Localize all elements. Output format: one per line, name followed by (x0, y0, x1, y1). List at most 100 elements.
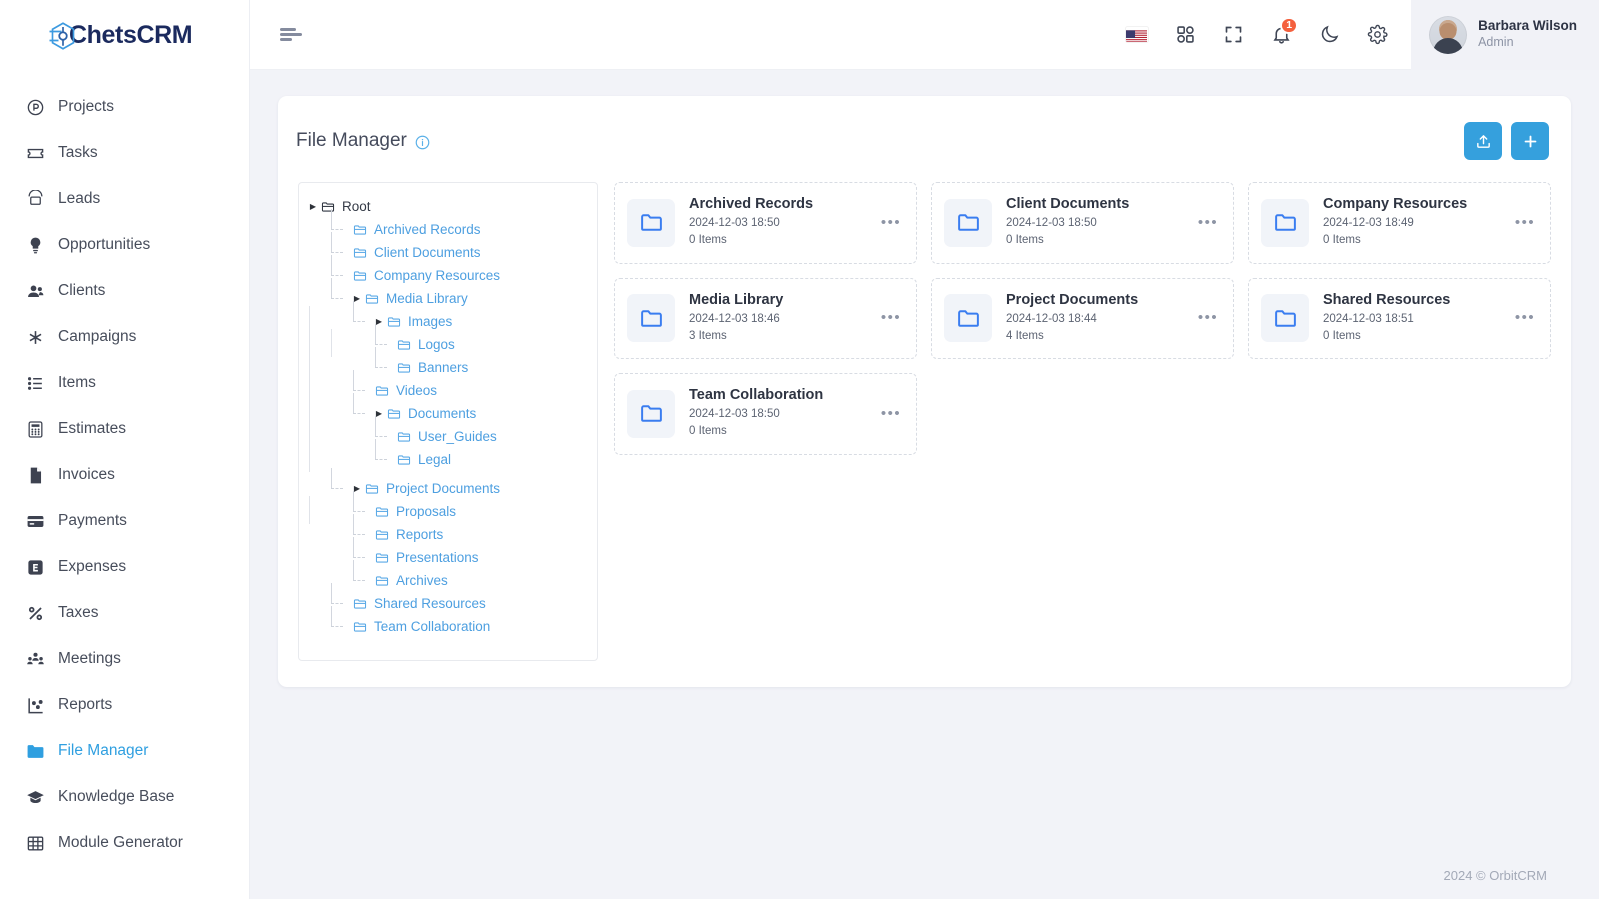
folder-card[interactable]: Team Collaboration 2024-12-03 18:50 0 It… (614, 373, 917, 455)
projects-circle-p-icon (24, 96, 46, 118)
tree-node-logos[interactable]: Logos (307, 324, 587, 357)
sidebar-item-campaigns[interactable]: Campaigns (0, 314, 249, 360)
folder-icon (353, 246, 368, 260)
tree-node-label[interactable]: Banners (418, 360, 468, 375)
tree-node-label[interactable]: Videos (396, 383, 437, 398)
chevron-right-icon[interactable]: ▶ (307, 202, 319, 211)
folder-grid-wrap: Archived Records 2024-12-03 18:50 0 Item… (614, 182, 1551, 455)
folder-options-menu-icon[interactable]: ••• (878, 210, 904, 236)
tree-node-label[interactable]: Archives (396, 573, 448, 588)
sidebar-item-expenses[interactable]: Expenses (0, 544, 249, 590)
dark-mode-moon-icon[interactable] (1305, 11, 1353, 59)
folder-icon (375, 528, 390, 542)
tree-node-label[interactable]: Team Collaboration (374, 619, 490, 634)
tree-node-shared-resources[interactable]: Shared Resources (307, 583, 587, 615)
tree-node-label[interactable]: Proposals (396, 504, 456, 519)
sidebar-item-projects[interactable]: Projects (0, 84, 249, 130)
tree-node-label[interactable]: Reports (396, 527, 443, 542)
folder-date: 2024-12-03 18:51 (1323, 312, 1414, 325)
tree-node-label[interactable]: Company Resources (374, 268, 500, 283)
topbar: 1 Barbara Wilson Admin (250, 0, 1599, 70)
sidebar-item-invoices[interactable]: Invoices (0, 452, 249, 498)
folder-info: Shared Resources 2024-12-03 18:51 0 Item… (1323, 292, 1498, 346)
tree-node-videos[interactable]: Videos (307, 370, 587, 403)
tree-node-project-documents[interactable]: ▶ Project Documents (307, 468, 587, 500)
sidebar-item-payments[interactable]: Payments (0, 498, 249, 544)
tree-node-documents[interactable]: ▶ Documents (307, 393, 587, 426)
add-folder-button[interactable] (1511, 122, 1549, 160)
folder-name: Media Library (689, 291, 784, 308)
folder-card[interactable]: Client Documents 2024-12-03 18:50 0 Item… (931, 182, 1234, 264)
tree-node-company-resources[interactable]: Company Resources (307, 255, 587, 287)
user-profile-menu[interactable]: Barbara Wilson Admin (1411, 0, 1599, 70)
tree-node-reports[interactable]: Reports (307, 514, 587, 546)
tree-node-presentations[interactable]: Presentations (307, 537, 587, 569)
folder-card[interactable]: Shared Resources 2024-12-03 18:51 0 Item… (1248, 277, 1551, 359)
tree-node-client-documents[interactable]: Client Documents (307, 232, 587, 264)
topbar-right: 1 Barbara Wilson Admin (1113, 0, 1599, 70)
sidebar-item-taxes[interactable]: Taxes (0, 590, 249, 636)
folder-thumb-icon (944, 198, 992, 247)
tree-node-media-library[interactable]: ▶ Media Library (307, 278, 587, 310)
tree-node-user-guides[interactable]: User_Guides (307, 416, 587, 449)
apps-grid-icon[interactable] (1161, 11, 1209, 59)
sidebar-toggle-icon[interactable] (276, 20, 306, 50)
notifications-bell-icon[interactable]: 1 (1257, 11, 1305, 59)
sidebar-item-tasks[interactable]: Tasks (0, 130, 249, 176)
folder-options-menu-icon[interactable]: ••• (878, 401, 904, 427)
tree-node-banners[interactable]: Banners (307, 347, 587, 380)
folder-thumb-icon (1261, 198, 1309, 247)
fullscreen-icon[interactable] (1209, 11, 1257, 59)
tree-node-archives[interactable]: Archives (307, 560, 587, 592)
folder-name: Archived Records (689, 196, 814, 212)
brand-name: ChetsCRM (69, 20, 193, 49)
folder-options-menu-icon[interactable]: ••• (1195, 210, 1221, 236)
folder-card[interactable]: Company Resources 2024-12-03 18:49 0 Ite… (1248, 182, 1551, 264)
tree-node-label[interactable]: User_Guides (418, 429, 497, 444)
tree-node-label[interactable]: Client Documents (374, 245, 481, 260)
folder-options-menu-icon[interactable]: ••• (878, 305, 904, 331)
tree-node-label[interactable]: Media Library (386, 291, 468, 306)
sidebar-item-estimates[interactable]: Estimates (0, 406, 249, 452)
tree-node-label[interactable]: Archived Records (374, 222, 481, 237)
sidebar-item-meetings[interactable]: Meetings (0, 636, 249, 682)
tree-node-label[interactable]: Documents (408, 406, 476, 421)
tree-node-root[interactable]: ▶ Root (307, 195, 587, 218)
tree-node-label[interactable]: Legal (418, 452, 451, 467)
sidebar-item-knowledge-base[interactable]: Knowledge Base (0, 774, 249, 820)
tree-node-images[interactable]: ▶ Images (307, 301, 587, 334)
language-flag-us-icon[interactable] (1113, 11, 1161, 59)
tree-node-proposals[interactable]: Proposals (307, 491, 587, 524)
sidebar-item-module-generator[interactable]: Module Generator (0, 820, 249, 866)
app-root: ChetsCRM Projects Tasks Leads Opportunit… (0, 0, 1599, 899)
folder-card[interactable]: Project Documents 2024-12-03 18:44 4 Ite… (931, 277, 1234, 359)
sidebar-item-items[interactable]: Items (0, 360, 249, 406)
brand-logo[interactable]: ChetsCRM (0, 0, 249, 70)
sidebar-item-opportunities[interactable]: Opportunities (0, 222, 249, 268)
folder-icon (353, 620, 368, 634)
sidebar-item-leads[interactable]: Leads (0, 176, 249, 222)
sidebar-item-reports[interactable]: Reports (0, 682, 249, 728)
folder-options-menu-icon[interactable]: ••• (1512, 210, 1538, 236)
sidebar-item-file-manager[interactable]: File Manager (0, 728, 249, 774)
tree-node-label[interactable]: Images (408, 314, 452, 329)
tree-node-team-collaboration[interactable]: Team Collaboration (307, 606, 587, 638)
folder-thumb-icon (627, 198, 675, 247)
info-icon[interactable] (415, 134, 430, 149)
tree-node-label[interactable]: Presentations (396, 550, 479, 565)
sidebar-item-clients[interactable]: Clients (0, 268, 249, 314)
folder-card[interactable]: Archived Records 2024-12-03 18:50 0 Item… (614, 182, 917, 264)
tree-node-label[interactable]: Project Documents (386, 481, 500, 496)
page-content: File Manager ▶ Root Archived Records Cli… (250, 70, 1599, 899)
folder-options-menu-icon[interactable]: ••• (1195, 305, 1221, 331)
folder-icon (375, 574, 390, 588)
tree-node-archived-records[interactable]: Archived Records (307, 209, 587, 241)
settings-gear-icon[interactable] (1353, 11, 1401, 59)
folder-card[interactable]: Media Library 2024-12-03 18:46 3 Items •… (614, 277, 917, 359)
folder-options-menu-icon[interactable]: ••• (1512, 305, 1538, 331)
tree-node-label[interactable]: Root (342, 199, 371, 214)
upload-button[interactable] (1464, 122, 1502, 160)
tree-node-label[interactable]: Shared Resources (374, 596, 486, 611)
tree-node-legal[interactable]: Legal (307, 439, 587, 472)
tree-node-label[interactable]: Logos (418, 337, 455, 352)
